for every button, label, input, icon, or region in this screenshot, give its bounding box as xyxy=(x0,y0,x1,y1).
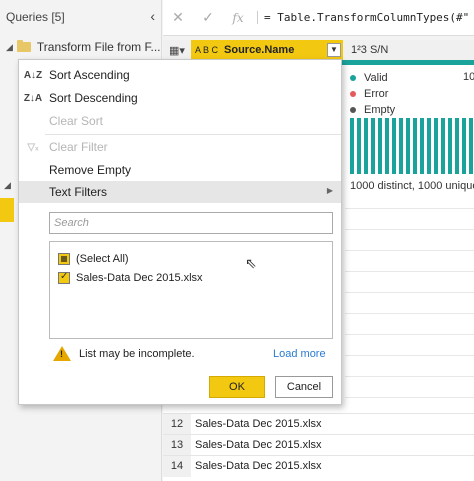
menu-item-label: Sort Ascending xyxy=(49,68,130,82)
caret-down-icon[interactable]: ◢ xyxy=(4,180,11,191)
sort-descending-icon: Z↓A xyxy=(23,92,43,104)
menu-item-label: Clear Sort xyxy=(49,114,104,128)
column-name: Source.Name xyxy=(224,44,295,56)
filter-values-list: (Select All) Sales-Data Dec 2015.xlsx xyxy=(49,241,333,339)
filter-dropdown-icon[interactable]: ▼ xyxy=(327,43,341,57)
valid-dot-icon xyxy=(350,75,356,81)
caret-down-icon[interactable]: ◢ xyxy=(6,42,13,53)
column-quality-stats: Valid Error Empty xyxy=(350,70,395,118)
column-name-sn: S/N xyxy=(369,44,389,56)
text-type-icon[interactable]: A B C xyxy=(195,45,218,55)
menu-item-label: Text Filters xyxy=(49,185,108,199)
cell-source-name[interactable]: Sales-Data Dec 2015.xlsx xyxy=(191,439,322,451)
menu-separator xyxy=(45,134,341,135)
grid-line xyxy=(345,292,474,293)
load-more-link[interactable]: Load more xyxy=(273,348,326,360)
checkmark-icon[interactable]: ✓ xyxy=(193,9,223,26)
formula-text[interactable]: = Table.TransformColumnTypes(#" xyxy=(257,11,469,24)
valid-stat: Valid xyxy=(350,70,395,86)
warning-icon xyxy=(53,346,71,361)
menu-text-filters[interactable]: Text Filters ▶ xyxy=(19,181,341,203)
grid-line xyxy=(345,208,474,209)
close-icon[interactable]: ✕ xyxy=(163,9,193,26)
fx-icon[interactable]: fx xyxy=(223,11,253,25)
selected-query-accent[interactable] xyxy=(0,198,14,222)
list-item-select-all[interactable]: (Select All) xyxy=(58,250,129,268)
ok-button[interactable]: OK xyxy=(209,376,265,398)
search-input[interactable] xyxy=(49,212,333,234)
grid-line xyxy=(345,250,474,251)
column-headers: ▦▾ A B C Source.Name ▼ 1²3 S/N xyxy=(163,40,474,60)
error-label: Error xyxy=(364,88,389,100)
valid-label: Valid xyxy=(364,72,388,84)
cell-source-name[interactable]: Sales-Data Dec 2015.xlsx xyxy=(191,418,322,430)
checkbox-partial[interactable] xyxy=(58,253,70,265)
grid-line xyxy=(345,355,474,356)
menu-item-label: Remove Empty xyxy=(49,163,132,177)
column-distribution-histogram xyxy=(350,118,474,174)
chevron-left-icon[interactable]: ‹ xyxy=(150,8,155,24)
filter-dropdown-menu: A↓Z Sort Ascending Z↓A Sort Descending C… xyxy=(18,59,342,405)
list-item-label: (Select All) xyxy=(76,253,129,265)
folder-icon xyxy=(16,40,31,52)
empty-dot-icon xyxy=(350,107,356,113)
incomplete-list-warning: List may be incomplete. xyxy=(53,346,195,361)
empty-stat: Empty xyxy=(350,102,395,118)
warning-text: List may be incomplete. xyxy=(79,347,195,360)
grid-line xyxy=(345,376,474,377)
column-header-sn[interactable]: 1²3 S/N xyxy=(343,44,388,56)
table-row[interactable]: 13 Sales-Data Dec 2015.xlsx xyxy=(163,434,474,456)
error-dot-icon xyxy=(350,91,356,97)
sort-ascending-icon: A↓Z xyxy=(23,69,43,81)
grid-line xyxy=(345,334,474,335)
table-row[interactable]: 14 Sales-Data Dec 2015.xlsx xyxy=(163,455,474,477)
list-item[interactable]: Sales-Data Dec 2015.xlsx xyxy=(58,269,203,287)
chevron-right-icon: ▶ xyxy=(326,186,333,195)
mouse-cursor-icon: ⇖ xyxy=(245,255,257,271)
grid-line xyxy=(345,229,474,230)
empty-label: Empty xyxy=(364,104,396,116)
formula-bar: ✕ ✓ fx = Table.TransformColumnTypes(#" xyxy=(163,0,474,36)
grid-line xyxy=(345,271,474,272)
valid-value: 10 xyxy=(463,71,474,83)
checkbox-checked[interactable] xyxy=(58,271,70,284)
distinct-count: 1000 distinct, 1000 unique xyxy=(350,180,474,192)
error-stat: Error xyxy=(350,86,395,102)
list-item-label: Sales-Data Dec 2015.xlsx xyxy=(76,272,203,284)
clear-filter-icon: ▽ₓ xyxy=(27,141,39,153)
grid-line xyxy=(345,397,474,398)
tree-item-transform-file[interactable]: ◢ Transform File from F... xyxy=(6,40,161,54)
column-header-source-name[interactable]: A B C Source.Name ▼ xyxy=(191,40,343,60)
cell-source-name[interactable]: Sales-Data Dec 2015.xlsx xyxy=(191,460,322,472)
row-number: 14 xyxy=(163,455,191,477)
tree-item-label: Transform File from F... xyxy=(36,40,161,54)
menu-remove-empty[interactable]: Remove Empty xyxy=(19,159,341,181)
menu-clear-sort[interactable]: Clear Sort xyxy=(19,110,341,132)
table-row[interactable]: 12 Sales-Data Dec 2015.xlsx xyxy=(163,413,474,435)
menu-clear-filter[interactable]: ▽ₓ Clear Filter xyxy=(19,136,341,158)
row-number: 12 xyxy=(163,413,191,435)
row-number: 13 xyxy=(163,434,191,456)
menu-item-label: Clear Filter xyxy=(49,140,108,154)
number-type-icon[interactable]: 1²3 xyxy=(351,44,367,56)
cancel-button[interactable]: Cancel xyxy=(275,376,333,398)
queries-header: Queries [5] ‹ xyxy=(0,0,161,34)
grid-line xyxy=(345,313,474,314)
menu-sort-ascending[interactable]: A↓Z Sort Ascending xyxy=(19,64,341,86)
table-icon[interactable]: ▦▾ xyxy=(163,40,191,60)
menu-item-label: Sort Descending xyxy=(49,91,138,105)
menu-sort-descending[interactable]: Z↓A Sort Descending xyxy=(19,87,341,109)
queries-title: Queries [5] xyxy=(6,10,65,24)
